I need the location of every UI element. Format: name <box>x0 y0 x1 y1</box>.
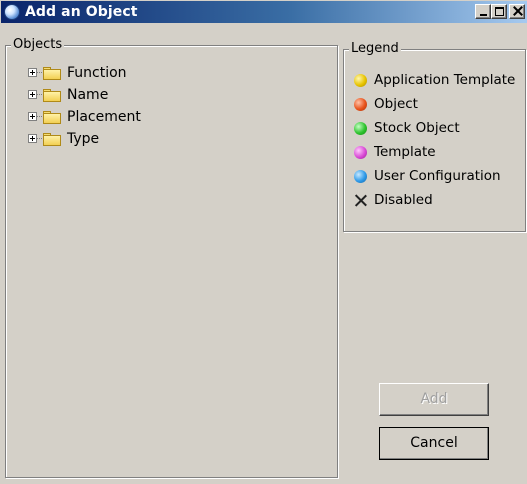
expand-icon[interactable] <box>28 112 37 121</box>
legend-item-label: Object <box>374 96 418 112</box>
folder-icon <box>43 111 61 124</box>
objects-group-label: Objects <box>11 37 65 52</box>
expand-icon[interactable] <box>28 90 37 99</box>
tree-node-label: Placement <box>67 109 141 125</box>
legend-group-label: Legend <box>349 41 401 56</box>
title-bar[interactable]: Add an Object <box>1 1 527 23</box>
x-icon <box>354 194 367 207</box>
legend-group: Legend Application Template Object Stock… <box>343 42 526 232</box>
legend-item-label: Stock Object <box>374 120 460 136</box>
add-button[interactable]: Add <box>379 383 489 416</box>
folder-icon <box>43 67 61 80</box>
magenta-dot-icon <box>354 146 367 159</box>
expand-icon[interactable] <box>28 134 37 143</box>
close-icon <box>513 6 523 16</box>
legend-item-label: Application Template <box>374 72 516 88</box>
legend-item-label: Template <box>374 144 436 160</box>
orange-dot-icon <box>354 98 367 111</box>
blue-dot-icon <box>354 170 367 183</box>
minimize-icon <box>480 14 487 16</box>
green-dot-icon <box>354 122 367 135</box>
legend-item-label: User Configuration <box>374 168 501 184</box>
cancel-button[interactable]: Cancel <box>379 427 489 460</box>
maximize-icon <box>495 7 504 16</box>
window-title: Add an Object <box>25 4 138 20</box>
maximize-button[interactable] <box>491 4 507 19</box>
close-button[interactable] <box>509 4 525 19</box>
expand-icon[interactable] <box>28 68 37 77</box>
yellow-dot-icon <box>354 74 367 87</box>
folder-icon <box>43 133 61 146</box>
add-object-dialog: Add an Object Objects Function Name Plac… <box>0 0 527 484</box>
tree-node-label: Name <box>67 87 109 103</box>
folder-icon <box>43 89 61 102</box>
app-icon <box>4 4 20 20</box>
tree-node-label: Function <box>67 65 127 81</box>
legend-item-label: Disabled <box>374 192 433 208</box>
minimize-button[interactable] <box>475 4 491 19</box>
tree-node-label: Type <box>67 131 100 147</box>
objects-tree[interactable]: Function Name Placement Type <box>28 64 328 464</box>
